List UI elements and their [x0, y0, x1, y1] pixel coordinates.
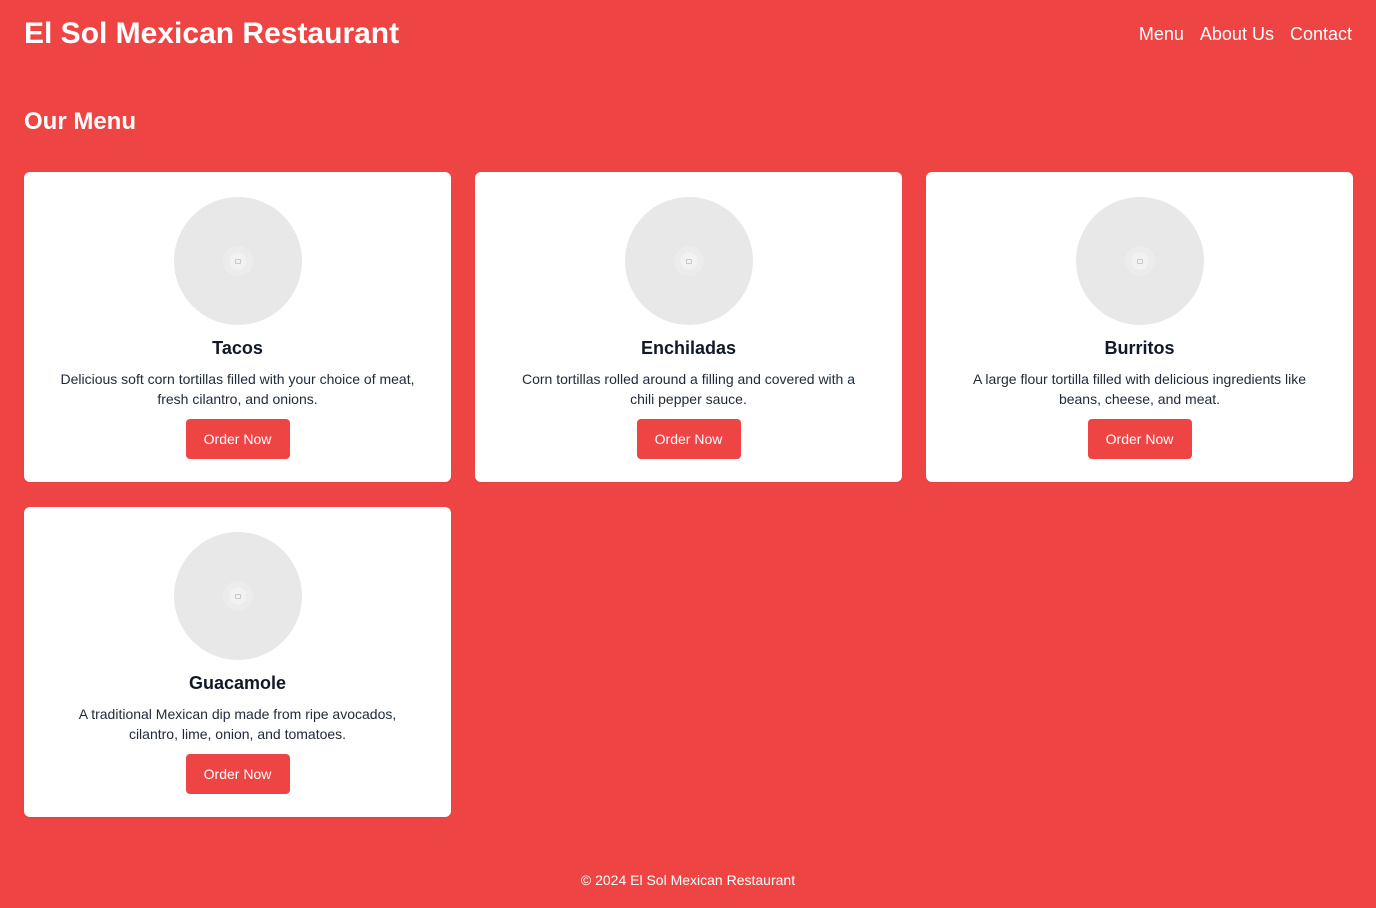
menu-item-description: A large flour tortilla filled with delic…: [972, 371, 1307, 407]
image-placeholder-icon: [1124, 246, 1155, 276]
menu-item-image: [173, 197, 302, 325]
site-header: El Sol Mexican Restaurant Menu About Us …: [24, 14, 1352, 54]
order-now-button[interactable]: Order Now: [185, 419, 290, 459]
menu-item-title: Enchiladas: [640, 338, 737, 358]
menu-item-description: A traditional Mexican dip made from ripe…: [78, 706, 397, 742]
menu-card-guacamole: Guacamole A traditional Mexican dip made…: [24, 507, 451, 817]
menu-card-tacos: Tacos Delicious soft corn tortillas fill…: [24, 172, 451, 482]
image-placeholder-icon: [673, 246, 704, 276]
menu-item-description: Corn tortillas rolled around a filling a…: [521, 371, 856, 407]
menu-item-description: Delicious soft corn tortillas filled wit…: [60, 371, 415, 407]
nav-link-menu[interactable]: Menu: [1139, 24, 1184, 45]
nav-link-contact[interactable]: Contact: [1290, 24, 1352, 45]
menu-item-image: [1075, 197, 1204, 325]
menu-heading: Our Menu: [24, 108, 136, 135]
order-now-button[interactable]: Order Now: [1087, 419, 1192, 459]
image-placeholder-icon: [222, 246, 253, 276]
menu-item-title: Burritos: [1104, 338, 1175, 358]
order-now-button[interactable]: Order Now: [185, 754, 290, 794]
site-title: El Sol Mexican Restaurant: [24, 17, 400, 50]
menu-card-burritos: Burritos A large flour tortilla filled w…: [926, 172, 1353, 482]
menu-item-title: Tacos: [212, 338, 263, 358]
site-footer: © 2024 El Sol Mexican Restaurant: [580, 872, 796, 888]
menu-card-enchiladas: Enchiladas Corn tortillas rolled around …: [475, 172, 902, 482]
menu-grid: Tacos Delicious soft corn tortillas fill…: [24, 172, 1353, 817]
image-placeholder-icon: [222, 581, 253, 611]
order-now-button[interactable]: Order Now: [636, 419, 741, 459]
menu-item-image: [173, 532, 302, 660]
menu-item-title: Guacamole: [188, 673, 287, 693]
menu-item-image: [624, 197, 753, 325]
main-nav: Menu About Us Contact: [1139, 24, 1352, 45]
nav-link-about-us[interactable]: About Us: [1200, 24, 1274, 45]
